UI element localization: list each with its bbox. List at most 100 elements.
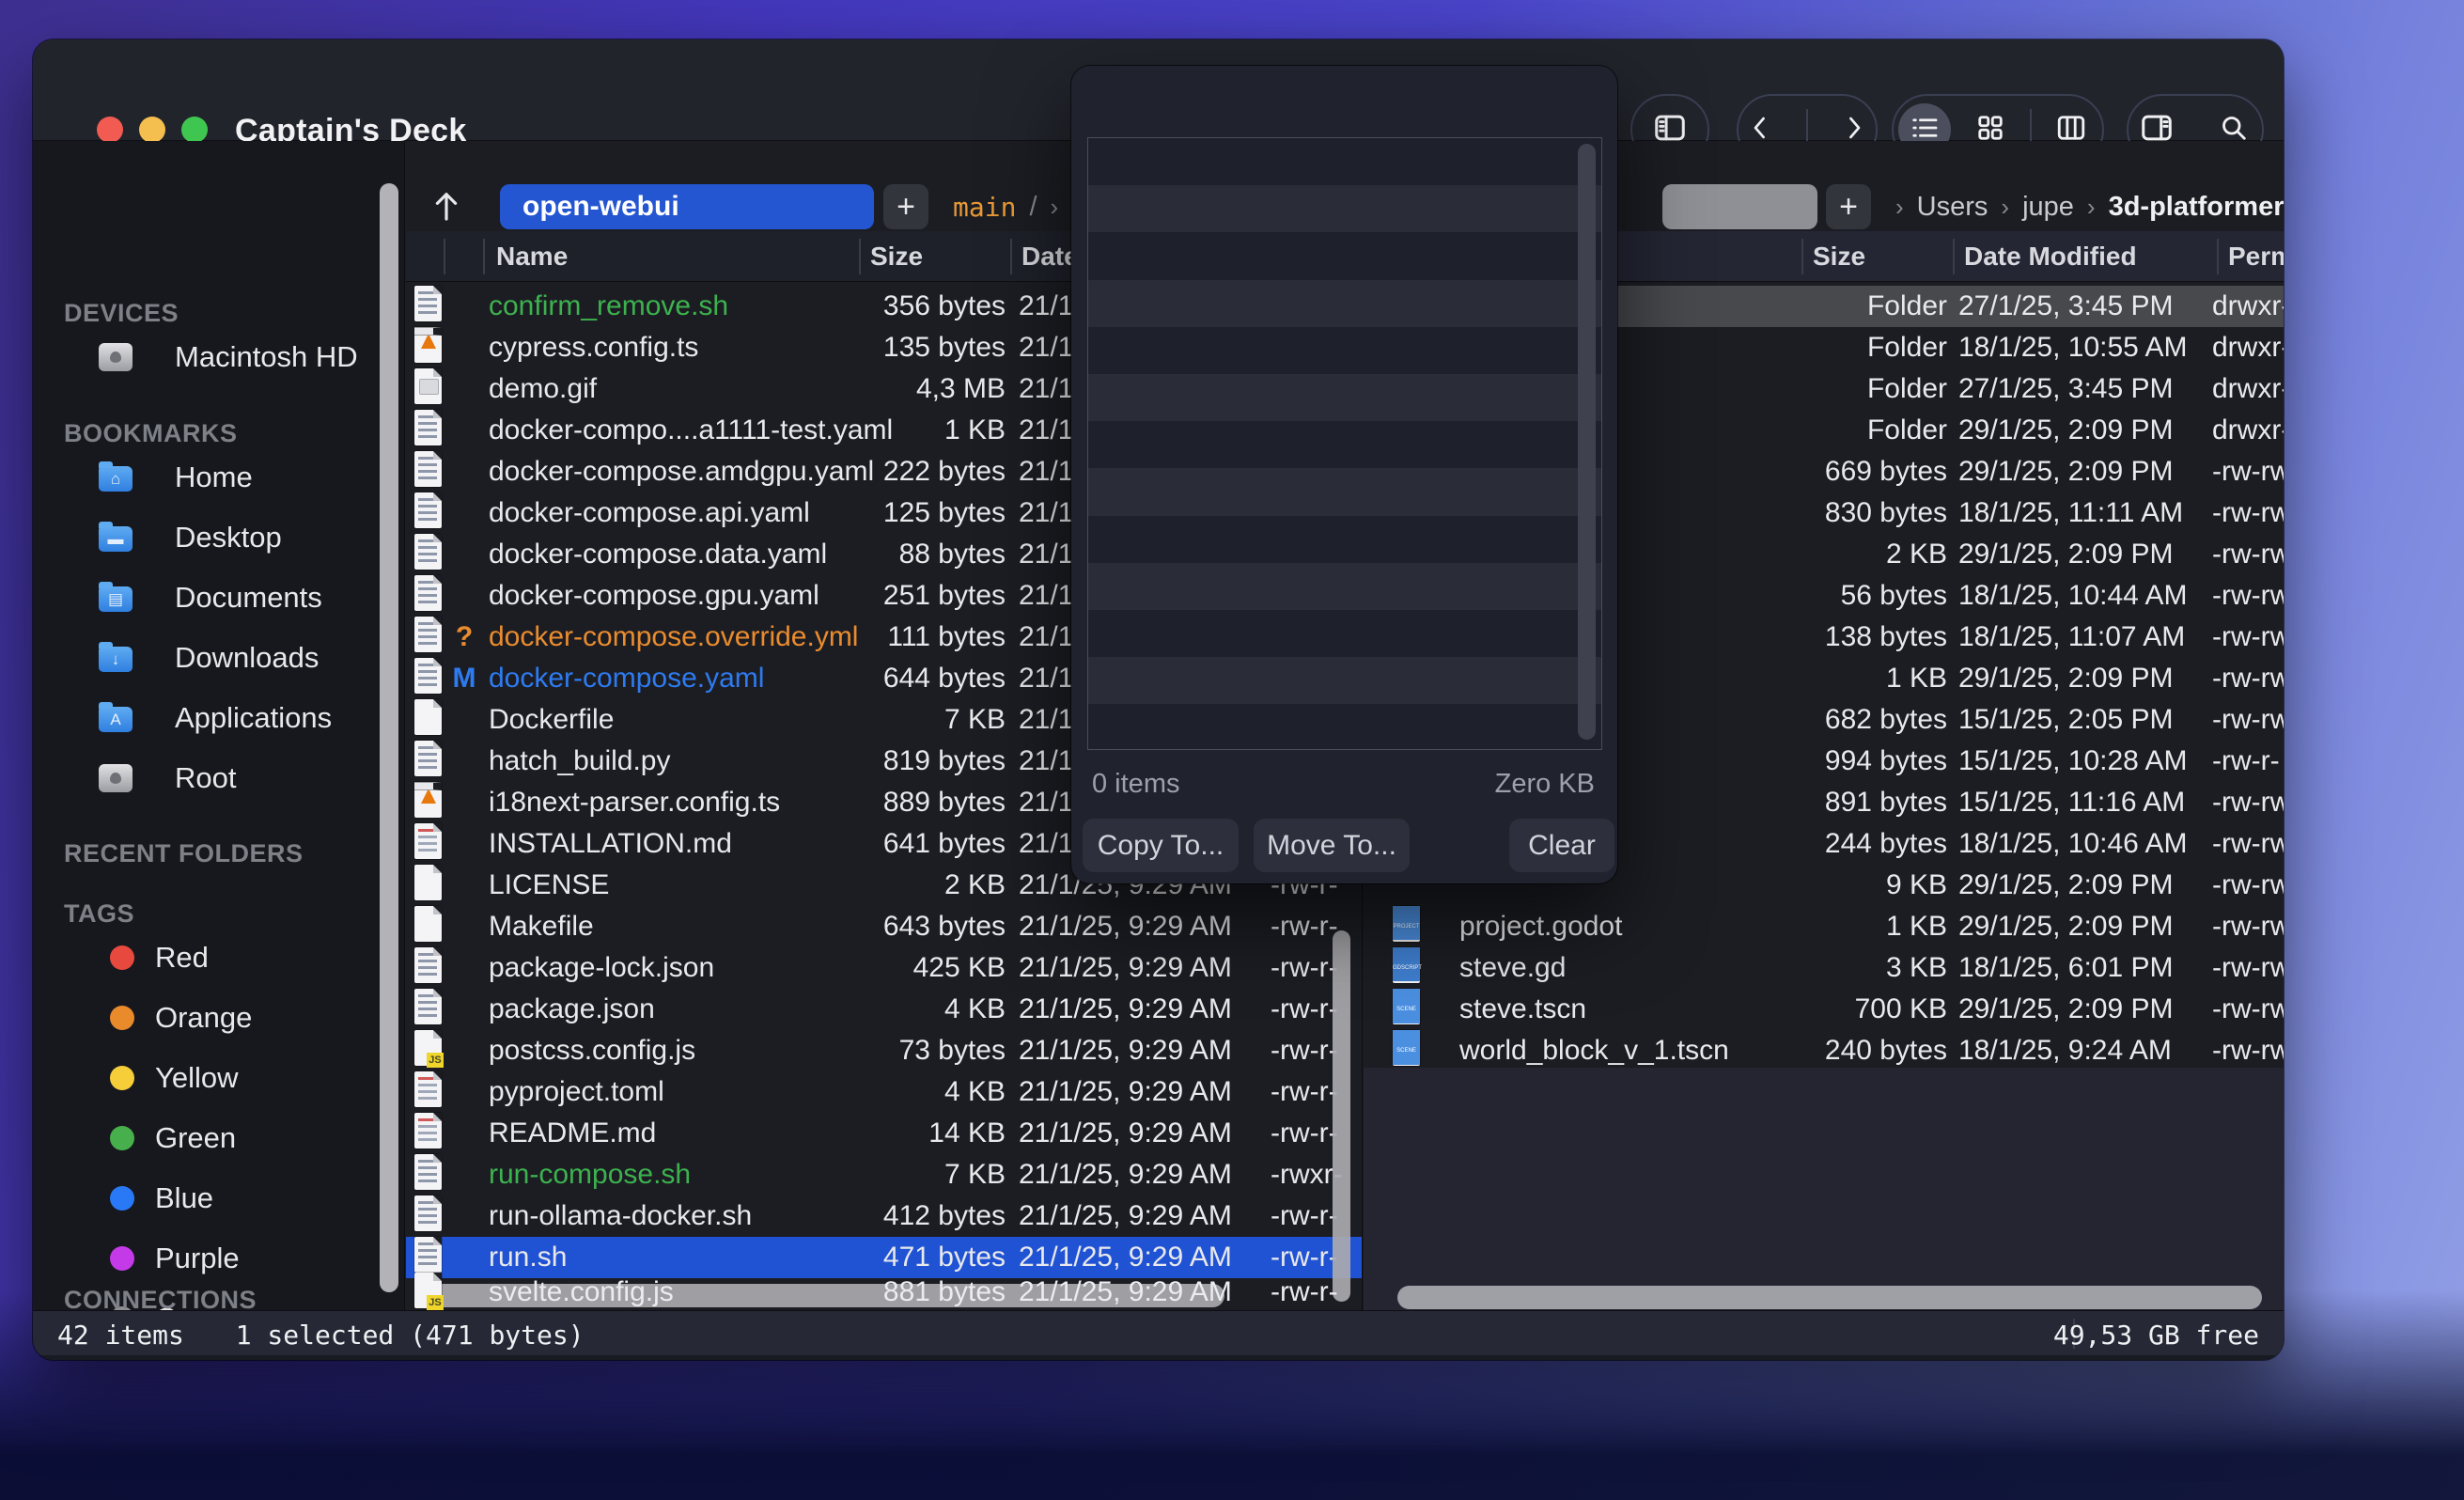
file-permissions: -rw-rw <box>2212 617 2284 658</box>
right-path-field[interactable] <box>1662 184 1817 229</box>
file-row[interactable]: postcss.config.js73 bytes21/1/25, 9:29 A… <box>406 1030 1362 1071</box>
column-header-permissions[interactable]: Permissions <box>2228 242 2284 272</box>
column-header-size[interactable]: Size <box>1813 242 1865 272</box>
breadcrumb-chevron: › <box>2087 193 2096 222</box>
dropstack-stripe <box>1088 704 1601 750</box>
left-vertical-scrollbar[interactable] <box>1333 930 1350 1302</box>
right-horizontal-scrollbar[interactable] <box>1397 1286 2262 1309</box>
minimize-button[interactable] <box>139 117 165 143</box>
column-header-size[interactable]: Size <box>870 242 923 272</box>
file-row[interactable]: Makefile643 bytes21/1/25, 9:29 AM-rw-r- <box>406 906 1362 947</box>
dropstack-stripe <box>1088 563 1601 610</box>
sidebar-item-red[interactable]: Red <box>33 931 404 984</box>
sidebar-item-applications[interactable]: AApplications <box>33 692 404 744</box>
doc-text-file-icon <box>414 1154 442 1190</box>
file-size: 244 bytes <box>1636 823 1947 865</box>
left-new-tab-button[interactable]: + <box>883 184 928 229</box>
file-row[interactable]: run-ollama-docker.sh412 bytes21/1/25, 9:… <box>406 1195 1362 1237</box>
file-size: 138 bytes <box>1636 617 1947 658</box>
column-header-name[interactable]: Name <box>496 242 568 272</box>
dropstack-list[interactable] <box>1087 137 1602 750</box>
sidebar-item-label: Macintosh HD <box>175 340 358 374</box>
dropstack-scrollbar[interactable] <box>1578 144 1596 740</box>
file-size: 2 KB <box>678 865 1006 906</box>
breadcrumb-segment[interactable]: 3d-platformer-game <box>2109 192 2284 223</box>
file-row[interactable]: pyproject.toml4 KB21/1/25, 9:29 AM-rw-r- <box>406 1071 1362 1113</box>
move-to-button[interactable]: Move To... <box>1254 819 1410 872</box>
file-permissions: -rw-rw <box>2212 492 2284 534</box>
file-date: 15/1/25, 11:16 AM <box>1958 782 2185 823</box>
file-size: 56 bytes <box>1636 575 1947 617</box>
dropstack-item-count: 0 items <box>1092 769 1179 800</box>
file-date: 21/1/25, 9:29 AM <box>1019 989 1232 1030</box>
sidebar-item-orange[interactable]: Orange <box>33 992 404 1044</box>
file-permissions: -rw-r- <box>1271 1071 1338 1113</box>
file-date: 29/1/25, 2:09 PM <box>1958 989 2174 1030</box>
file-size: 3 KB <box>1636 947 1947 989</box>
file-row[interactable]: svelte.config.js881 bytes21/1/25, 9:29 A… <box>406 1274 1362 1310</box>
file-size: 1 KB <box>1636 906 1947 947</box>
sidebar-item-root[interactable]: Root <box>33 752 404 805</box>
file-date: 18/1/25, 10:55 AM <box>1958 327 2188 368</box>
file-row[interactable]: README.md14 KB21/1/25, 9:29 AM-rw-r- <box>406 1113 1362 1154</box>
file-size: Folder <box>1636 286 1947 327</box>
column-header-date[interactable]: Date Modified <box>1964 242 2137 272</box>
dropstack-total-size: Zero KB <box>1495 769 1595 800</box>
right-new-tab-button[interactable]: + <box>1826 184 1871 229</box>
breadcrumb-segment[interactable]: Users <box>1917 192 1988 223</box>
folder-icon: ▬ <box>99 526 133 552</box>
file-date: 18/1/25, 6:01 PM <box>1958 947 2174 989</box>
sidebar-item-green[interactable]: Green <box>33 1112 404 1164</box>
sidebar-item-desktop[interactable]: ▬Desktop <box>33 511 404 564</box>
file-size: 88 bytes <box>678 534 1006 575</box>
file-row[interactable]: project.godot1 KB29/1/25, 2:09 PM-rw-rw <box>1364 906 2284 947</box>
file-row[interactable]: package.json4 KB21/1/25, 9:29 AM-rw-r- <box>406 989 1362 1030</box>
file-row[interactable]: steve.tscn700 KB29/1/25, 2:09 PM-rw-rw <box>1364 989 2284 1030</box>
file-row[interactable]: run.sh471 bytes21/1/25, 9:29 AM-rw-r- <box>406 1237 1362 1278</box>
sidebar-item-macintosh-hd[interactable]: Macintosh HD <box>33 331 404 383</box>
file-permissions: -rw-rw <box>2212 534 2284 575</box>
file-date: 21/1/25, 9:29 AM <box>1019 1071 1232 1113</box>
up-arrow-icon[interactable] <box>427 186 466 226</box>
dropstack-stripe <box>1088 185 1601 232</box>
folder-icon: ⌂ <box>99 466 133 492</box>
sidebar-item-purple[interactable]: Purple <box>33 1232 404 1285</box>
file-date: 27/1/25, 3:45 PM <box>1958 286 2174 327</box>
sidebar-item-yellow[interactable]: Yellow <box>33 1052 404 1104</box>
file-row[interactable]: run-compose.sh7 KB21/1/25, 9:29 AM-rwxr- <box>406 1154 1362 1195</box>
folder-glyph: ⌂ <box>99 466 133 492</box>
godot-file-icon <box>1393 906 1420 942</box>
file-row[interactable]: steve.gd3 KB18/1/25, 6:01 PM-rw-rw <box>1364 947 2284 989</box>
clear-button[interactable]: Clear <box>1509 819 1614 872</box>
sidebar-item-downloads[interactable]: ↓Downloads <box>33 632 404 684</box>
sidebar-item-blue[interactable]: Blue <box>33 1172 404 1225</box>
file-name: steve.tscn <box>1459 989 1586 1030</box>
dropstack-stripe <box>1088 468 1601 515</box>
sidebar-item-home[interactable]: ⌂Home <box>33 451 404 504</box>
copy-to-button[interactable]: Copy To... <box>1083 819 1239 872</box>
file-name: Dockerfile <box>489 699 614 741</box>
breadcrumb-branch[interactable]: main <box>953 192 1016 223</box>
right-pane-empty-area <box>1364 1068 2284 1310</box>
zoom-button[interactable] <box>181 117 208 143</box>
sidebar-item-documents[interactable]: ▤Documents <box>33 571 404 624</box>
file-size: 830 bytes <box>1636 492 1947 534</box>
file-size: 881 bytes <box>678 1274 1006 1310</box>
close-button[interactable] <box>97 117 123 143</box>
file-size: 135 bytes <box>678 327 1006 368</box>
left-path-field[interactable]: open-webui <box>500 184 874 229</box>
right-breadcrumb[interactable]: ›Users›jupe›3d-platformer-game <box>1895 184 2284 229</box>
folder-glyph: ▬ <box>99 526 133 552</box>
file-size: Folder <box>1636 327 1947 368</box>
file-row[interactable]: package-lock.json425 KB21/1/25, 9:29 AM-… <box>406 947 1362 989</box>
file-name: run-compose.sh <box>489 1154 691 1195</box>
vcs-status-badge: ? <box>445 617 483 658</box>
file-permissions: -rw-rw <box>2212 989 2284 1030</box>
file-row[interactable]: world_block_v_1.tscn240 bytes18/1/25, 9:… <box>1364 1030 2284 1071</box>
drive-icon <box>99 764 133 792</box>
breadcrumb-segment[interactable]: jupe <box>2022 192 2074 223</box>
sidebar-item-label: Documents <box>175 581 322 615</box>
file-size: 125 bytes <box>678 492 1006 534</box>
doc-text-file-icon <box>414 1195 442 1231</box>
sidebar-section-header: TAGS <box>64 899 134 929</box>
